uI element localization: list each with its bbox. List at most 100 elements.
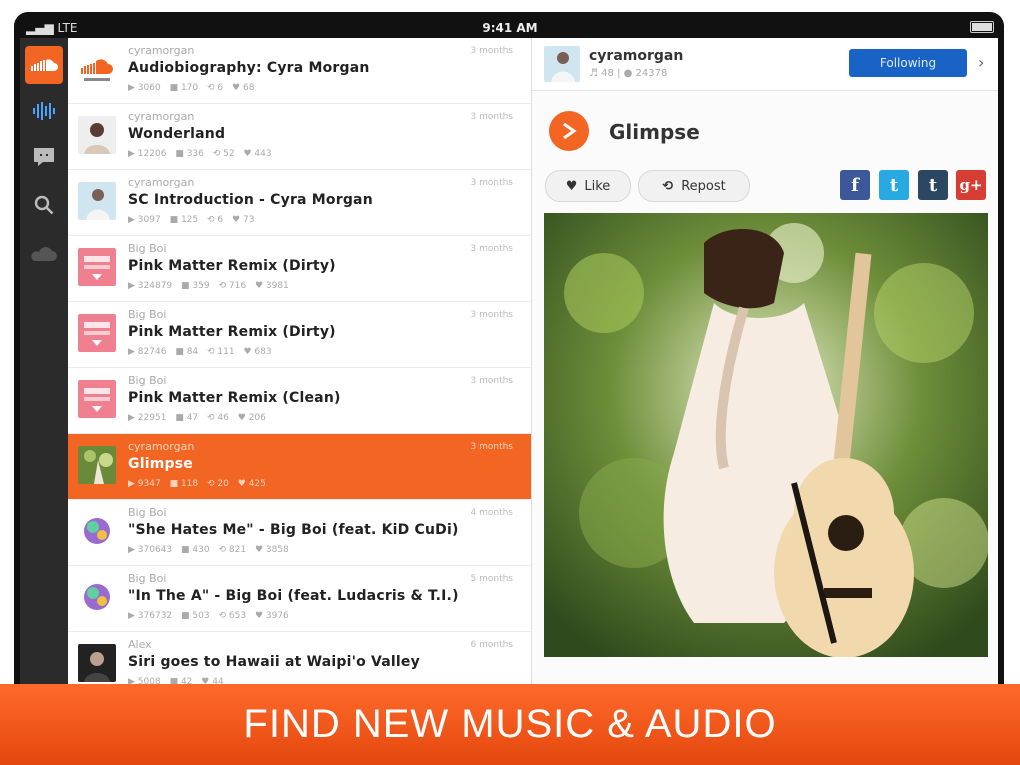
reposts-count: ⟲ 52 xyxy=(212,149,235,159)
reposts-count: ⟲ 6 xyxy=(207,83,224,93)
track-row-selected[interactable]: cyramorgan Glimpse ▶ 9347 ■ 118 ⟲ 20 ♥ 4… xyxy=(68,434,531,500)
comments-count: ■ 118 xyxy=(169,479,199,489)
twitter-share-button[interactable]: t xyxy=(879,170,909,200)
track-title: Pink Matter Remix (Dirty) xyxy=(128,324,336,340)
likes-count: ♥ 425 xyxy=(237,479,266,489)
cloud-icon[interactable] xyxy=(25,236,63,274)
reposts-count: ⟲ 653 xyxy=(218,611,247,621)
track-age: 3 months xyxy=(470,46,514,56)
plays-count: ▶ 3060 xyxy=(128,83,161,93)
activity-icon[interactable] xyxy=(25,138,63,176)
track-title: Glimpse xyxy=(128,456,193,472)
track-user[interactable]: Alex xyxy=(128,638,152,651)
tracks-count: ♬ 48 xyxy=(589,68,614,79)
track-row[interactable]: Big Boi "She Hates Me" - Big Boi (feat. … xyxy=(68,500,531,566)
plays-count: ▶ 5008 xyxy=(128,677,161,684)
plays-count: ▶ 12206 xyxy=(128,149,167,159)
track-user[interactable]: Big Boi xyxy=(128,308,166,321)
likes-count: ♥ 443 xyxy=(243,149,272,159)
avatar[interactable] xyxy=(544,46,580,82)
track-user[interactable]: Big Boi xyxy=(128,506,166,519)
track-user[interactable]: cyramorgan xyxy=(128,440,194,453)
reposts-count: ⟲ 821 xyxy=(218,545,247,555)
track-artwork xyxy=(78,644,116,682)
profile-stats: ♬ 48 | ● 24378 xyxy=(589,68,668,79)
followers-count: ● 24378 xyxy=(623,68,668,79)
soundcloud-logo-icon xyxy=(78,50,116,88)
repost-icon: ⟲ xyxy=(662,178,674,194)
track-title: Siri goes to Hawaii at Waipi'o Valley xyxy=(128,654,420,670)
comments-count: ■ 336 xyxy=(175,149,204,159)
chevron-right-icon[interactable]: › xyxy=(978,53,984,72)
tumblr-share-button[interactable]: t xyxy=(918,170,948,200)
track-age: 3 months xyxy=(470,178,514,188)
plays-count: ▶ 376732 xyxy=(128,611,173,621)
track-stats: ▶ 22951 ■ 47 ⟲ 46 ♥ 206 xyxy=(128,413,272,423)
plays-count: ▶ 324879 xyxy=(128,281,173,291)
facebook-share-button[interactable]: f xyxy=(840,170,870,200)
comments-count: ■ 47 xyxy=(175,413,199,423)
track-user[interactable]: cyramorgan xyxy=(128,176,194,189)
track-artwork-large xyxy=(544,213,988,657)
profile-username[interactable]: cyramorgan xyxy=(589,48,683,64)
track-title: SC Introduction - Cyra Morgan xyxy=(128,192,373,208)
plays-count: ▶ 22951 xyxy=(128,413,167,423)
likes-count: ♥ 3858 xyxy=(254,545,289,555)
following-button[interactable]: Following xyxy=(849,49,967,77)
track-user[interactable]: Big Boi xyxy=(128,572,166,585)
track-user[interactable]: Big Boi xyxy=(128,242,166,255)
track-artwork xyxy=(78,248,116,286)
track-artwork xyxy=(78,182,116,220)
app-screenshot: ▂▄▆ LTE 9:41 AM cyramorgan Audiobiograph… xyxy=(0,0,1020,765)
stream-icon[interactable] xyxy=(25,92,63,130)
promo-banner: FIND NEW MUSIC & AUDIO xyxy=(0,684,1020,765)
track-row[interactable]: cyramorgan SC Introduction - Cyra Morgan… xyxy=(68,170,531,236)
plays-count: ▶ 82746 xyxy=(128,347,167,357)
track-title: Pink Matter Remix (Dirty) xyxy=(128,258,336,274)
track-title: "She Hates Me" - Big Boi (feat. KiD CuDi… xyxy=(128,522,459,538)
comments-count: ■ 170 xyxy=(169,83,199,93)
plays-count: ▶ 370643 xyxy=(128,545,173,555)
track-stats: ▶ 3060 ■ 170 ⟲ 6 ♥ 68 xyxy=(128,83,260,93)
track-title: Pink Matter Remix (Clean) xyxy=(128,390,341,406)
comments-count: ■ 125 xyxy=(169,215,199,225)
track-age: 3 months xyxy=(470,442,514,452)
track-row[interactable]: Big Boi Pink Matter Remix (Dirty) ▶ 3248… xyxy=(68,236,531,302)
track-user[interactable]: Big Boi xyxy=(128,374,166,387)
track-artwork xyxy=(78,116,116,154)
track-age: 3 months xyxy=(470,310,514,320)
track-title: Audiobiography: Cyra Morgan xyxy=(128,60,370,76)
plays-count: ▶ 9347 xyxy=(128,479,161,489)
track-row[interactable]: Big Boi Pink Matter Remix (Clean) ▶ 2295… xyxy=(68,368,531,434)
track-row[interactable]: cyramorgan Audiobiography: Cyra Morgan ▶… xyxy=(68,38,531,104)
track-age: 3 months xyxy=(470,112,514,122)
track-artwork xyxy=(78,446,116,484)
track-user[interactable]: cyramorgan xyxy=(128,44,194,57)
track-stats: ▶ 5008 ■ 42 ♥ 44 xyxy=(128,677,230,684)
search-icon[interactable] xyxy=(25,186,63,224)
likes-count: ♥ 44 xyxy=(201,677,224,684)
like-button[interactable]: ♥ Like xyxy=(545,170,631,202)
track-stats: ▶ 3097 ■ 125 ⟲ 6 ♥ 73 xyxy=(128,215,260,225)
comments-count: ■ 503 xyxy=(181,611,210,621)
track-row[interactable]: Big Boi "In The A" - Big Boi (feat. Luda… xyxy=(68,566,531,632)
reposts-count: ⟲ 716 xyxy=(218,281,247,291)
repost-button[interactable]: ⟲ Repost xyxy=(638,170,750,202)
soundcloud-logo-icon[interactable] xyxy=(25,46,63,84)
track-stats: ▶ 376732 ■ 503 ⟲ 653 ♥ 3976 xyxy=(128,611,295,621)
track-stats: ▶ 324879 ■ 359 ⟲ 716 ♥ 3981 xyxy=(128,281,295,291)
track-row[interactable]: Alex Siri goes to Hawaii at Waipi'o Vall… xyxy=(68,632,531,684)
likes-count: ♥ 68 xyxy=(232,83,255,93)
profile-header: cyramorgan ♬ 48 | ● 24378 Following › xyxy=(532,38,998,91)
clock: 9:41 AM xyxy=(482,21,538,35)
play-button[interactable] xyxy=(549,111,589,151)
google-plus-share-button[interactable]: g+ xyxy=(956,170,986,200)
track-row[interactable]: Big Boi Pink Matter Remix (Dirty) ▶ 8274… xyxy=(68,302,531,368)
track-user[interactable]: cyramorgan xyxy=(128,110,194,123)
track-age: 5 months xyxy=(470,574,514,584)
track-stats: ▶ 370643 ■ 430 ⟲ 821 ♥ 3858 xyxy=(128,545,295,555)
track-row[interactable]: cyramorgan Wonderland ▶ 12206 ■ 336 ⟲ 52… xyxy=(68,104,531,170)
track-title: Wonderland xyxy=(128,126,226,142)
likes-count: ♥ 206 xyxy=(237,413,266,423)
track-stats: ▶ 82746 ■ 84 ⟲ 111 ♥ 683 xyxy=(128,347,278,357)
